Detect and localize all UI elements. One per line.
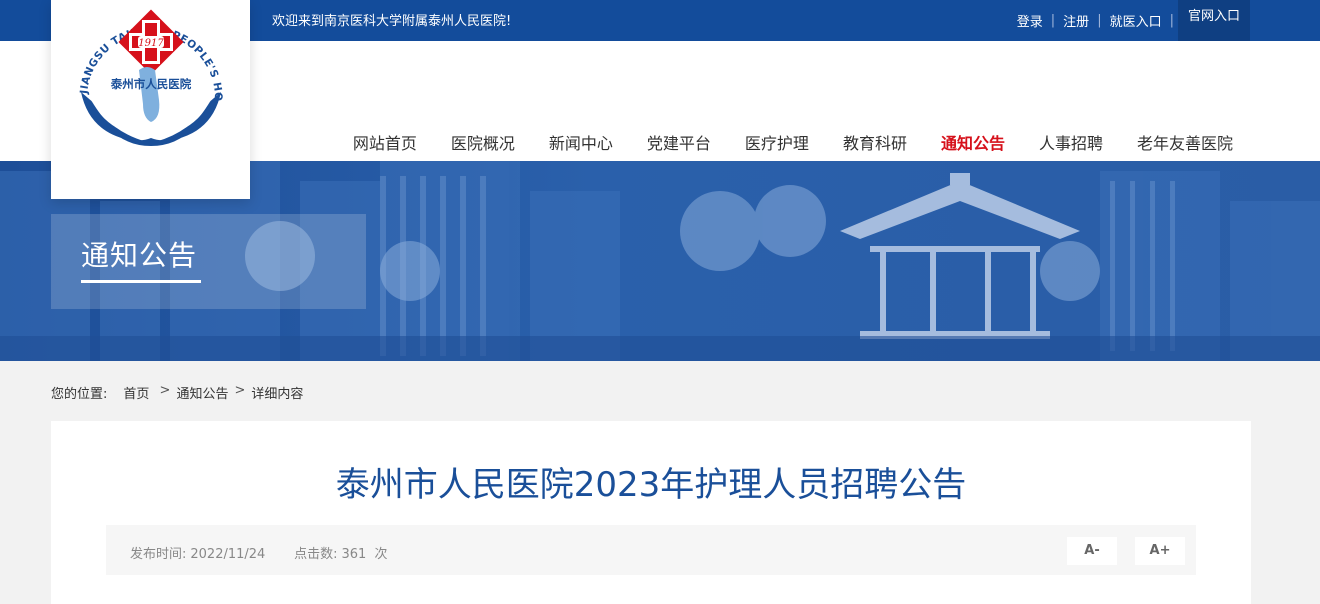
- clicks-unit: 次: [374, 547, 388, 562]
- breadcrumb-label: 您的位置:: [51, 387, 108, 402]
- breadcrumb-arrow-icon: >: [234, 383, 246, 398]
- article-title: 泰州市人民医院2023年护理人员招聘公告: [335, 465, 967, 505]
- welcome-text: 欢迎来到南京医科大学附属泰州人民医院!: [272, 14, 512, 29]
- banner-title: 通知公告: [81, 239, 198, 272]
- patient-entry-link[interactable]: 就医入口: [1102, 11, 1170, 30]
- font-increase-button[interactable]: A+: [1135, 537, 1185, 565]
- top-links: 登录 | 注册 | 就医入口 | 官网入口: [1009, 0, 1250, 41]
- logo-emblem-icon: JIANGSU TAIZHOU PEOPLE'S HOSPITAL 1917 泰…: [51, 0, 224, 146]
- breadcrumb: 您的位置: 首页 > 通知公告 > 详细内容: [51, 383, 303, 402]
- article-meta: 发布时间: 2022/11/24 点击数: 361 次: [130, 543, 392, 562]
- banner-underline: [81, 280, 201, 283]
- header: JIANGSU TAIZHOU PEOPLE'S HOSPITAL 1917 泰…: [0, 0, 1320, 199]
- banner-title-box: 通知公告: [51, 214, 366, 309]
- official-entry-link[interactable]: 官网入口: [1177, 0, 1250, 41]
- breadcrumb-home[interactable]: 首页: [123, 383, 149, 402]
- register-link[interactable]: 注册: [1055, 11, 1097, 30]
- breadcrumb-notices[interactable]: 通知公告: [176, 383, 228, 402]
- click-count: 361: [341, 547, 367, 562]
- logo-year: 1917: [138, 38, 164, 49]
- clicks-label: 点击数:: [294, 547, 338, 562]
- article-meta-bar: 发布时间: 2022/11/24 点击数: 361 次 A- A+: [106, 525, 1196, 575]
- publish-date: 2022/11/24: [190, 547, 266, 562]
- login-link[interactable]: 登录: [1009, 11, 1051, 30]
- hospital-logo[interactable]: JIANGSU TAIZHOU PEOPLE'S HOSPITAL 1917 泰…: [51, 0, 250, 199]
- publish-label: 发布时间:: [130, 547, 187, 562]
- breadcrumb-detail: 详细内容: [251, 387, 304, 402]
- separator: |: [1169, 13, 1174, 28]
- logo-name: 泰州市人民医院: [110, 77, 192, 91]
- font-decrease-button[interactable]: A-: [1067, 537, 1117, 565]
- article-card: 泰州市人民医院2023年护理人员招聘公告 发布时间: 2022/11/24 点击数…: [51, 421, 1251, 604]
- breadcrumb-arrow-icon: >: [155, 383, 171, 398]
